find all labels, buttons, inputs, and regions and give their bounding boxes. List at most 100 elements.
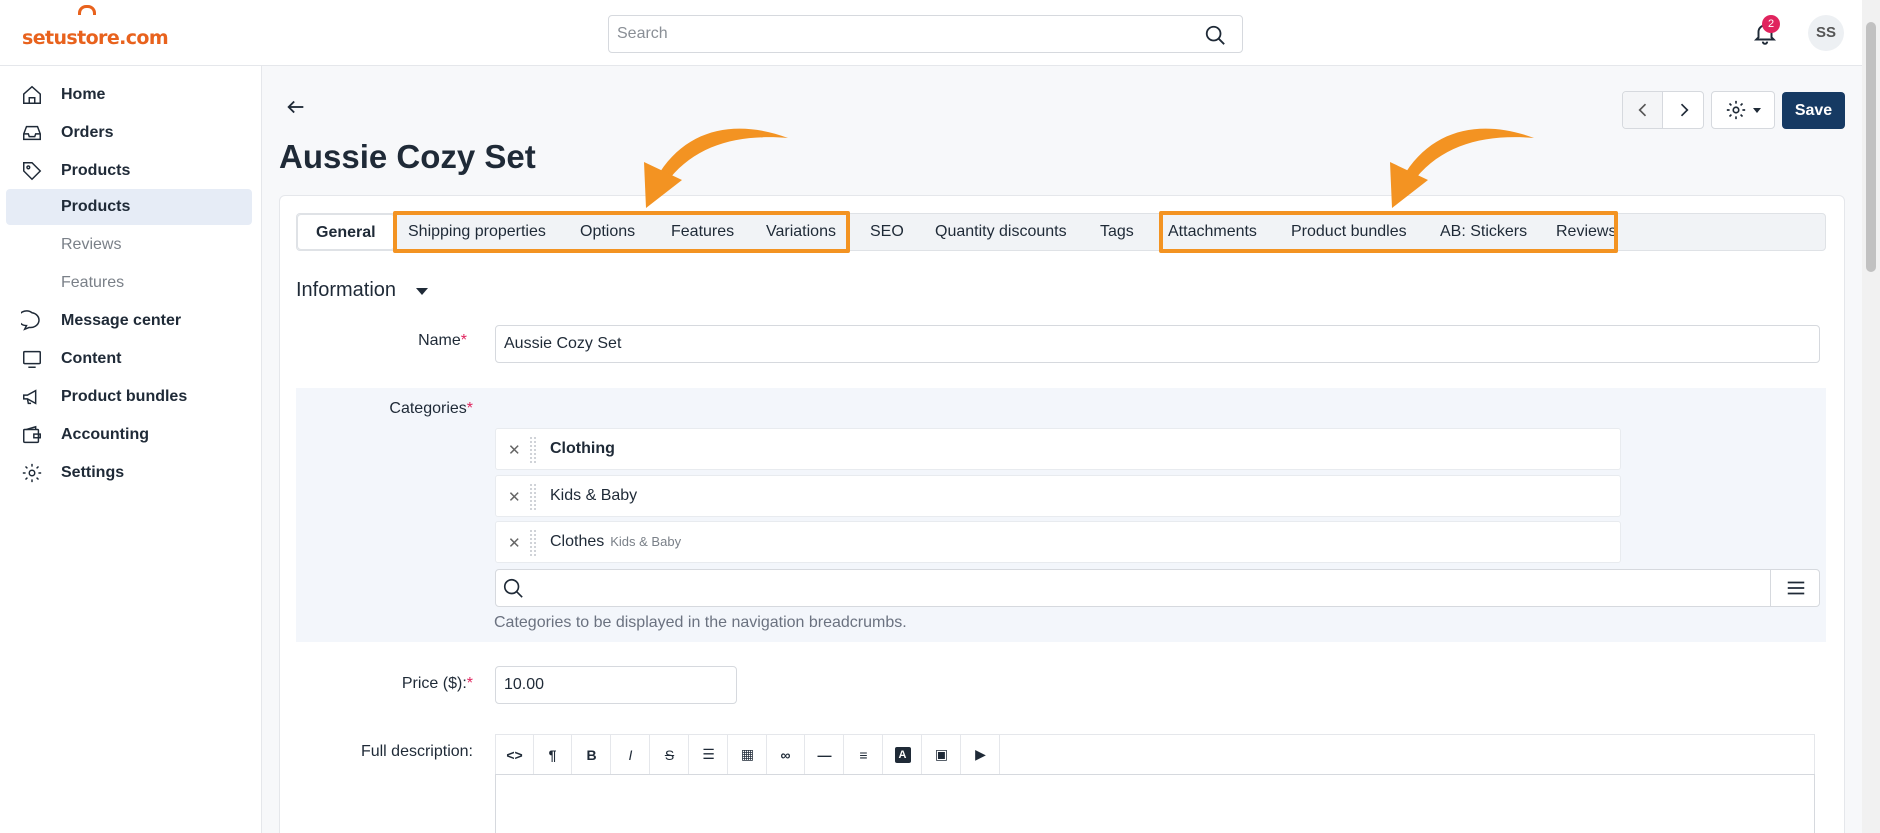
remove-category-icon[interactable]: ✕	[508, 488, 521, 506]
drag-handle-icon[interactable]	[530, 484, 536, 510]
remove-category-icon[interactable]: ✕	[508, 534, 521, 552]
category-name: Kids & Baby	[550, 487, 638, 504]
annotation-arrow-left	[644, 128, 788, 208]
section-title-information[interactable]: Information	[296, 279, 396, 302]
gear-icon	[22, 463, 42, 483]
sidebar-item-label: Content	[61, 350, 122, 367]
sidebar-item-accounting[interactable]: Accounting	[0, 417, 262, 453]
category-name: Clothes	[550, 533, 605, 550]
drag-handle-icon[interactable]	[530, 530, 536, 556]
sidebar-item-label: Product bundles	[61, 388, 188, 405]
price-label-text: Price ($):	[401, 675, 467, 692]
name-label-text: Name	[418, 332, 461, 349]
wallet-icon	[23, 425, 41, 444]
sidebar-subitem-features[interactable]: Features	[0, 265, 262, 301]
caret-down-icon	[1753, 108, 1761, 113]
sidebar-item-label: Settings	[61, 464, 125, 481]
video-button[interactable]: ▶	[962, 735, 1000, 774]
sidebar-item-settings[interactable]: Settings	[0, 455, 262, 491]
chat-icon	[21, 310, 40, 331]
tab-tags[interactable]: Tags	[1100, 214, 1134, 250]
search-box	[608, 15, 1243, 53]
category-item: ✕ Clothes Kids & Baby	[495, 521, 1621, 563]
sidebar-item-product-bundles[interactable]: Product bundles	[0, 379, 262, 415]
category-name: Clothing	[550, 440, 615, 457]
chevron-left-icon	[1638, 103, 1647, 117]
bold-button[interactable]: B	[573, 735, 611, 774]
sidebar-subitem-reviews[interactable]: Reviews	[0, 227, 262, 263]
sidebar-item-message-center[interactable]: Message center	[0, 303, 262, 339]
drag-handle-icon[interactable]	[530, 437, 536, 463]
logo-text: setustore.com	[22, 27, 169, 49]
settings-dropdown-button[interactable]	[1711, 91, 1775, 129]
sidebar-subitem-label: Features	[61, 274, 125, 291]
image-button[interactable]: ▣	[923, 735, 961, 774]
sidebar-item-orders[interactable]: Orders	[0, 115, 262, 151]
page-title: Aussie Cozy Set	[279, 138, 536, 175]
sidebar-item-label: Accounting	[61, 426, 149, 443]
back-arrow-icon[interactable]	[285, 96, 307, 118]
italic-button[interactable]: I	[612, 735, 650, 774]
category-name-wrap: Clothes Kids & Baby	[550, 533, 681, 551]
category-item: ✕ Kids & Baby	[495, 475, 1621, 517]
inbox-icon	[23, 125, 41, 141]
user-avatar[interactable]: SS	[1808, 15, 1844, 51]
highlight-box-left	[393, 211, 850, 253]
category-picker-button[interactable]	[1770, 569, 1820, 607]
monitor-icon	[23, 350, 41, 368]
sidebar-item-label: Orders	[61, 124, 114, 141]
top-bar: setustore.com 2 SS	[0, 0, 1880, 66]
scrollbar-thumb[interactable]	[1866, 22, 1876, 272]
editor-toolbar: <> ¶ B I S ☰ ▦ ∞ — ≡ A ▣ ▶	[495, 734, 1815, 774]
tab-seo[interactable]: SEO	[870, 214, 904, 250]
megaphone-icon	[23, 389, 37, 405]
store-logo[interactable]: setustore.com	[22, 5, 169, 49]
required-marker: *	[466, 400, 473, 417]
name-field[interactable]: Aussie Cozy Set	[495, 325, 1820, 363]
tab-quantity-discounts[interactable]: Quantity discounts	[935, 214, 1067, 250]
categories-label-text: Categories	[389, 400, 467, 417]
prev-next-group	[1622, 91, 1704, 129]
tab-general[interactable]: General	[297, 214, 395, 250]
sidebar-item-content[interactable]: Content	[0, 341, 262, 377]
name-label: Name*	[287, 332, 467, 350]
logo-bag-handle	[78, 5, 96, 15]
gear-icon	[1726, 100, 1746, 120]
sidebar-item-label: Products	[61, 162, 131, 179]
full-description-label: Full description:	[360, 743, 473, 760]
search-input[interactable]	[609, 16, 1169, 52]
search-icon[interactable]	[1204, 24, 1226, 46]
sidebar: Home Orders Products Products Reviews Fe…	[0, 66, 262, 833]
search-icon	[503, 578, 523, 598]
sidebar-subitem-products[interactable]: Products	[6, 189, 252, 225]
save-button[interactable]: Save	[1782, 92, 1845, 129]
paragraph-button[interactable]: ¶	[534, 735, 572, 774]
next-product-button[interactable]	[1664, 92, 1704, 128]
category-search-input[interactable]	[495, 569, 1820, 607]
sidebar-item-home[interactable]: Home	[0, 77, 262, 113]
chevron-right-icon	[1680, 103, 1689, 117]
link-button[interactable]: ∞	[767, 735, 805, 774]
sidebar-subitem-label: Reviews	[61, 236, 122, 253]
text-color-button[interactable]: A	[884, 735, 922, 774]
home-icon	[23, 85, 41, 104]
table-button[interactable]: ▦	[729, 735, 767, 774]
remove-category-icon[interactable]: ✕	[508, 441, 521, 459]
horizontal-rule-button[interactable]: —	[806, 735, 844, 774]
align-button[interactable]: ≡	[845, 735, 883, 774]
highlight-box-right	[1159, 211, 1618, 253]
previous-product-button[interactable]	[1623, 92, 1663, 128]
category-item: ✕ Clothing	[495, 428, 1621, 470]
tag-icon	[23, 162, 42, 181]
price-field[interactable]: 10.00	[495, 666, 737, 704]
strikethrough-button[interactable]: S	[651, 735, 689, 774]
page-scrollbar[interactable]	[1862, 0, 1880, 833]
code-view-button[interactable]: <>	[496, 735, 534, 774]
categories-help-text: Categories to be displayed in the naviga…	[494, 614, 907, 631]
menu-icon	[1787, 581, 1805, 595]
sidebar-item-products[interactable]: Products	[0, 153, 262, 189]
category-parent: Kids & Baby	[610, 534, 682, 549]
description-editor[interactable]	[495, 774, 1815, 833]
bullet-list-button[interactable]: ☰	[690, 735, 728, 774]
caret-down-icon[interactable]	[416, 288, 428, 295]
